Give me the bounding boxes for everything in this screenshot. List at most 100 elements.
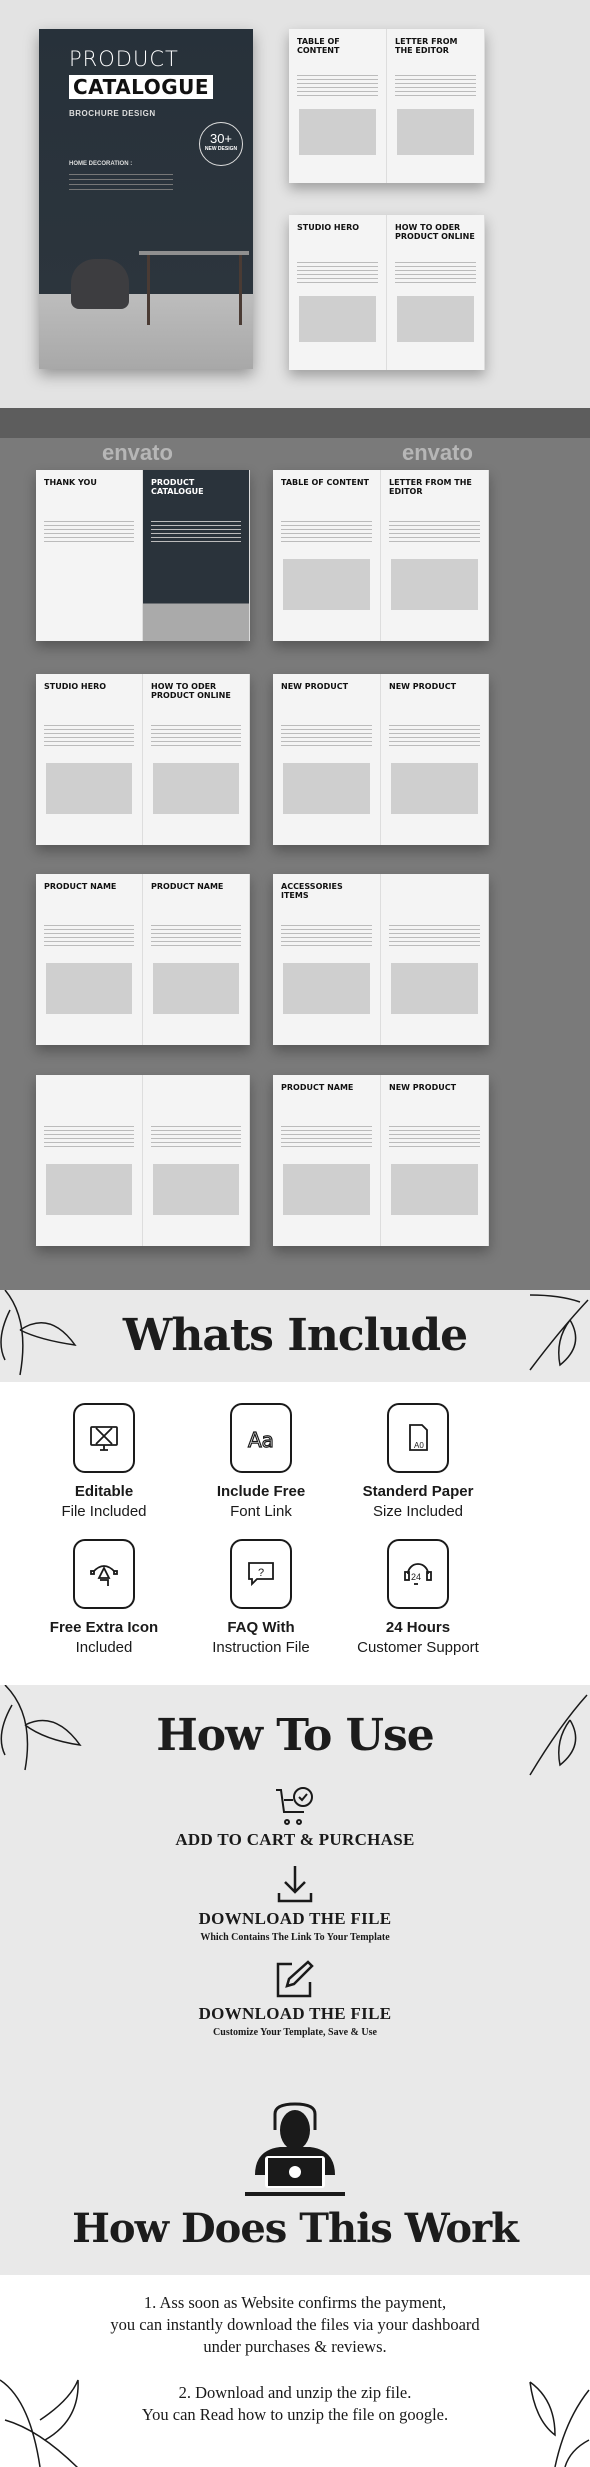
page-image	[391, 1163, 478, 1216]
design-monitor-icon	[90, 1426, 118, 1451]
step-title: ADD TO CART & PURCHASE	[175, 1830, 415, 1849]
page-text	[389, 1126, 480, 1151]
brochure-spread: TABLE OF CONTENT LETTER FROM THE EDITOR	[273, 470, 489, 641]
page-image	[283, 962, 370, 1015]
page-image	[397, 109, 474, 156]
page-text	[281, 925, 372, 950]
how-to-use-title: How To Use	[156, 1710, 435, 1761]
cover-text	[69, 174, 173, 194]
page-text	[395, 261, 476, 286]
feature-icon-box: ?	[230, 1539, 292, 1609]
page-text	[151, 925, 241, 950]
feature-label: 24 Hours Customer Support	[338, 1619, 498, 1656]
step-subtitle: Customize Your Template, Save & Use	[213, 2027, 377, 2038]
page-heading: NEW PRODUCT	[389, 682, 457, 691]
page-image	[283, 1163, 370, 1216]
feature-subtitle: Customer Support	[357, 1639, 479, 1656]
page-image	[46, 559, 132, 610]
page-text	[281, 725, 372, 750]
text-line: you can instantly download the files via…	[110, 2315, 480, 2334]
page-heading: LETTER FROM THE EDITOR	[395, 37, 458, 56]
feature-title: FAQ With	[227, 1619, 295, 1636]
page-text	[395, 75, 476, 100]
step-title: DOWNLOAD THE FILE	[198, 2004, 392, 2023]
feature-subtitle: Size Included	[372, 1503, 464, 1520]
brochure-page-right	[381, 874, 489, 1045]
watermark: envato	[102, 440, 173, 465]
brochure-spread: STUDIO HERO HOW TO ODER PRODUCT ONLINE	[36, 674, 250, 845]
feature-icon-box	[73, 1539, 135, 1609]
page-text	[389, 725, 480, 750]
page-text	[44, 1126, 134, 1151]
svg-text:A0: A0	[414, 1441, 424, 1450]
cover-section-label: HOME DECORATION :	[69, 161, 133, 167]
page-image	[153, 962, 239, 1015]
page-heading: TABLE OF CONTENT	[281, 478, 369, 487]
step-title: DOWNLOAD THE FILE	[198, 1909, 392, 1928]
page-text	[297, 75, 378, 100]
page-image	[153, 1163, 239, 1216]
brochure-page-right: HOW TO ODER PRODUCT ONLINE	[143, 674, 250, 845]
page-text	[151, 521, 241, 546]
font-icon: Aa	[247, 1427, 274, 1452]
brochure-spread: PRODUCT NAME PRODUCT NAME	[36, 874, 250, 1045]
feature-icon-box	[73, 1403, 135, 1473]
feature-icon-box: Aa	[230, 1403, 292, 1473]
brochure-page-right: LETTER FROM THE EDITOR	[381, 470, 489, 641]
edit-icon	[276, 1960, 314, 1998]
table-illustration	[139, 251, 249, 255]
feature-label: Include Free Font Link	[181, 1483, 341, 1520]
cover-title-line1: PRODUCT	[69, 47, 179, 71]
table-leg	[147, 255, 150, 325]
feature-title: Standerd Paper	[362, 1483, 474, 1500]
page-text	[151, 1126, 241, 1151]
brochure-page-right: HOW TO ODER PRODUCT ONLINE	[387, 215, 485, 370]
page-text	[281, 1126, 372, 1151]
page-text	[389, 521, 480, 546]
step-subtitle: Which Contains The Link To Your Template	[200, 1932, 390, 1943]
brochure-page-right: PRODUCT NAME	[143, 874, 250, 1045]
feature-title: Free Extra Icon	[49, 1619, 159, 1636]
brochure-spread: THANK YOU PRODUCT CATALOGUE	[36, 470, 250, 641]
brochure-page-left: TABLE OF CONTENT	[273, 470, 381, 641]
brochure-page-right	[143, 1075, 250, 1246]
feature-title: 24 Hours	[385, 1619, 451, 1636]
brochure-page-right: PRODUCT CATALOGUE	[143, 470, 250, 641]
feature-icon-box: A0	[387, 1403, 449, 1473]
brochure-spread: NEW PRODUCT NEW PRODUCT	[273, 674, 489, 845]
page-heading: PRODUCT CATALOGUE	[151, 478, 204, 497]
page-heading: LETTER FROM THE EDITOR	[389, 478, 472, 497]
page-heading: PRODUCT NAME	[151, 882, 224, 891]
person-laptop-icon	[245, 2102, 345, 2196]
page-text	[44, 521, 134, 546]
table-leg	[239, 255, 242, 325]
page-image	[283, 762, 370, 815]
page-heading: STUDIO HERO	[297, 223, 360, 232]
text-line: 2. Download and unzip the zip file.	[178, 2383, 412, 2402]
page-image	[391, 558, 478, 611]
page-heading: PRODUCT NAME	[281, 1083, 354, 1092]
brochure-spread	[36, 1075, 250, 1246]
step-2: DOWNLOAD THE FILE Which Contains The Link…	[0, 1909, 590, 1943]
instruction-paragraph-2: 2. Download and unzip the zip file. You …	[0, 2382, 590, 2426]
feature-title: Editable	[74, 1483, 134, 1500]
badge-number: 30+	[209, 131, 233, 146]
cover-badge: 30+ NEW DESIGN	[199, 122, 243, 166]
brochure-spread: STUDIO HERO HOW TO ODER PRODUCT ONLINE	[289, 215, 485, 370]
brochure-page-left: STUDIO HERO	[289, 215, 387, 370]
feature-subtitle: Instruction File	[212, 1639, 310, 1656]
brochure-page-left: THANK YOU	[36, 470, 143, 641]
page-text	[281, 521, 372, 546]
feature-label: Standerd Paper Size Included	[338, 1483, 498, 1520]
page-image	[391, 762, 478, 815]
feature-label: FAQ With Instruction File	[181, 1619, 341, 1656]
text-line: You can Read how to unzip the file on go…	[141, 2405, 449, 2424]
feature-icon-box: 24	[387, 1539, 449, 1609]
brochure-page-left: TABLE OF CONTENT	[289, 29, 387, 183]
page-text	[151, 725, 241, 750]
feature-subtitle: Font Link	[230, 1503, 292, 1520]
cart-check-icon	[276, 1787, 313, 1825]
brochure-page-right: NEW PRODUCT	[381, 674, 489, 845]
page-heading: HOW TO ODER PRODUCT ONLINE	[395, 223, 475, 242]
svg-text:?: ?	[258, 1567, 264, 1579]
